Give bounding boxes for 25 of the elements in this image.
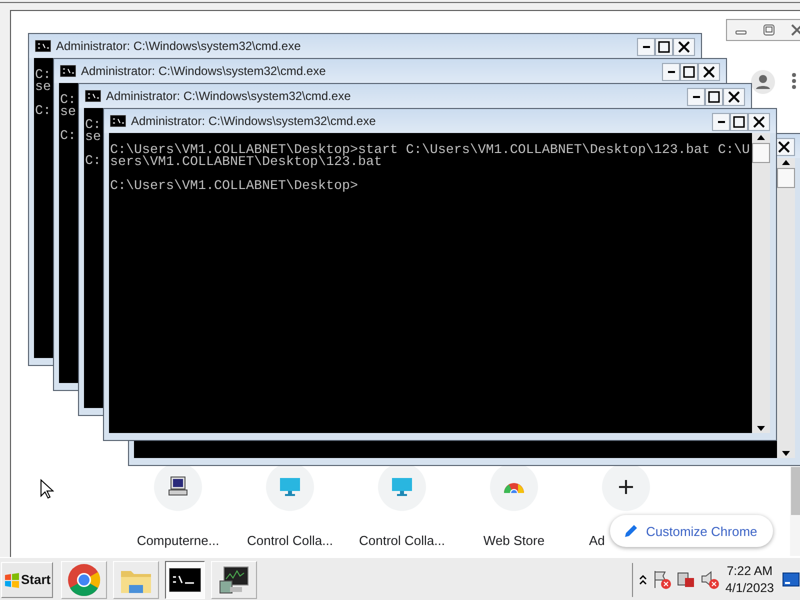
shortcut-label: Ad [589,533,605,548]
console-line: C: [85,156,101,168]
shortcut-label: Control Colla... [359,533,445,548]
console-line: C: [35,70,51,82]
customize-button[interactable]: Customize Chrome [610,515,774,547]
console-line: se [35,82,51,94]
console-line: C:\Users\VM1.COLLABNET\Desktop>start C:\Users\VM1.COLLABNET\Desktop\123.bat C:\U [110,145,750,157]
console-line: C: [35,106,51,118]
window-title: Administrator: C:\Windows\system32\cmd.exe [131,114,377,128]
console-line: C: [60,95,76,107]
clock-date: 4/1/2023 [725,580,774,596]
console-line: se [85,132,101,144]
shortcut-label: Computerne... [136,533,220,548]
console-line: C: [85,120,101,132]
shortcut-label: Web Store [483,533,545,548]
console-line: C: [60,131,76,143]
shortcut-label: Control Colla... [247,533,333,548]
window-title: Administrator: C:\Windows\system32\cmd.exe [56,39,302,53]
window-title: Administrator: C:\Windows\system32\cmd.exe [81,64,327,78]
window-title: Administrator: C:\Windows\system32\cmd.exe [106,89,352,103]
start-button[interactable]: Start [1,562,53,598]
console-line: sers\VM1.COLLABNET\Desktop\123.bat [110,157,382,169]
console-line: se [60,107,76,119]
clock-time: 7:22 AM [726,562,773,580]
console-line: C:\Users\VM1.COLLABNET\Desktop> [110,181,358,193]
